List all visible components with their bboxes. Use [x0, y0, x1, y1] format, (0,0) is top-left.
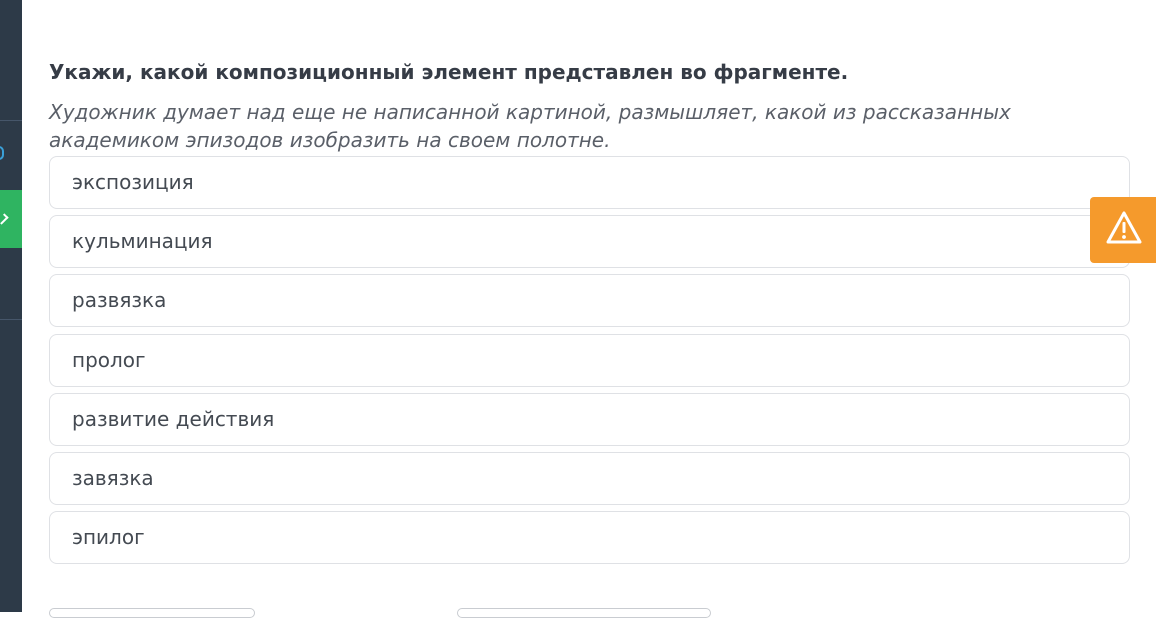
sidebar-item-icon[interactable] — [0, 146, 4, 160]
answer-option-label: кульминация — [72, 229, 213, 253]
sidebar-divider — [0, 120, 22, 121]
answer-option[interactable]: пролог — [49, 334, 1130, 387]
question-title: Укажи, какой композиционный элемент пред… — [49, 60, 849, 84]
answer-option[interactable]: развитие действия — [49, 393, 1130, 446]
answer-option-label: завязка — [72, 466, 154, 490]
warning-icon — [1106, 211, 1142, 244]
sidebar — [0, 0, 22, 612]
answer-option[interactable]: развязка — [49, 274, 1130, 327]
answer-option[interactable]: эпилог — [49, 511, 1130, 564]
footer-button[interactable] — [457, 608, 711, 618]
answer-option-label: развязка — [72, 288, 167, 312]
answer-option-label: пролог — [72, 348, 146, 372]
answer-option[interactable]: экспозиция — [49, 156, 1130, 209]
sidebar-item-active[interactable] — [0, 190, 22, 248]
answer-option-label: эпилог — [72, 525, 145, 549]
answer-option-label: экспозиция — [72, 170, 194, 194]
chevron-right-icon — [0, 213, 9, 225]
report-problem-button[interactable] — [1090, 197, 1156, 263]
sidebar-divider — [0, 319, 22, 320]
answer-option[interactable]: кульминация — [49, 215, 1130, 268]
answer-option-label: развитие действия — [72, 407, 275, 431]
text-fragment: Художник думает над еще не написанной ка… — [49, 100, 1011, 152]
answer-option[interactable]: завязка — [49, 452, 1130, 505]
footer-button[interactable] — [49, 608, 255, 618]
